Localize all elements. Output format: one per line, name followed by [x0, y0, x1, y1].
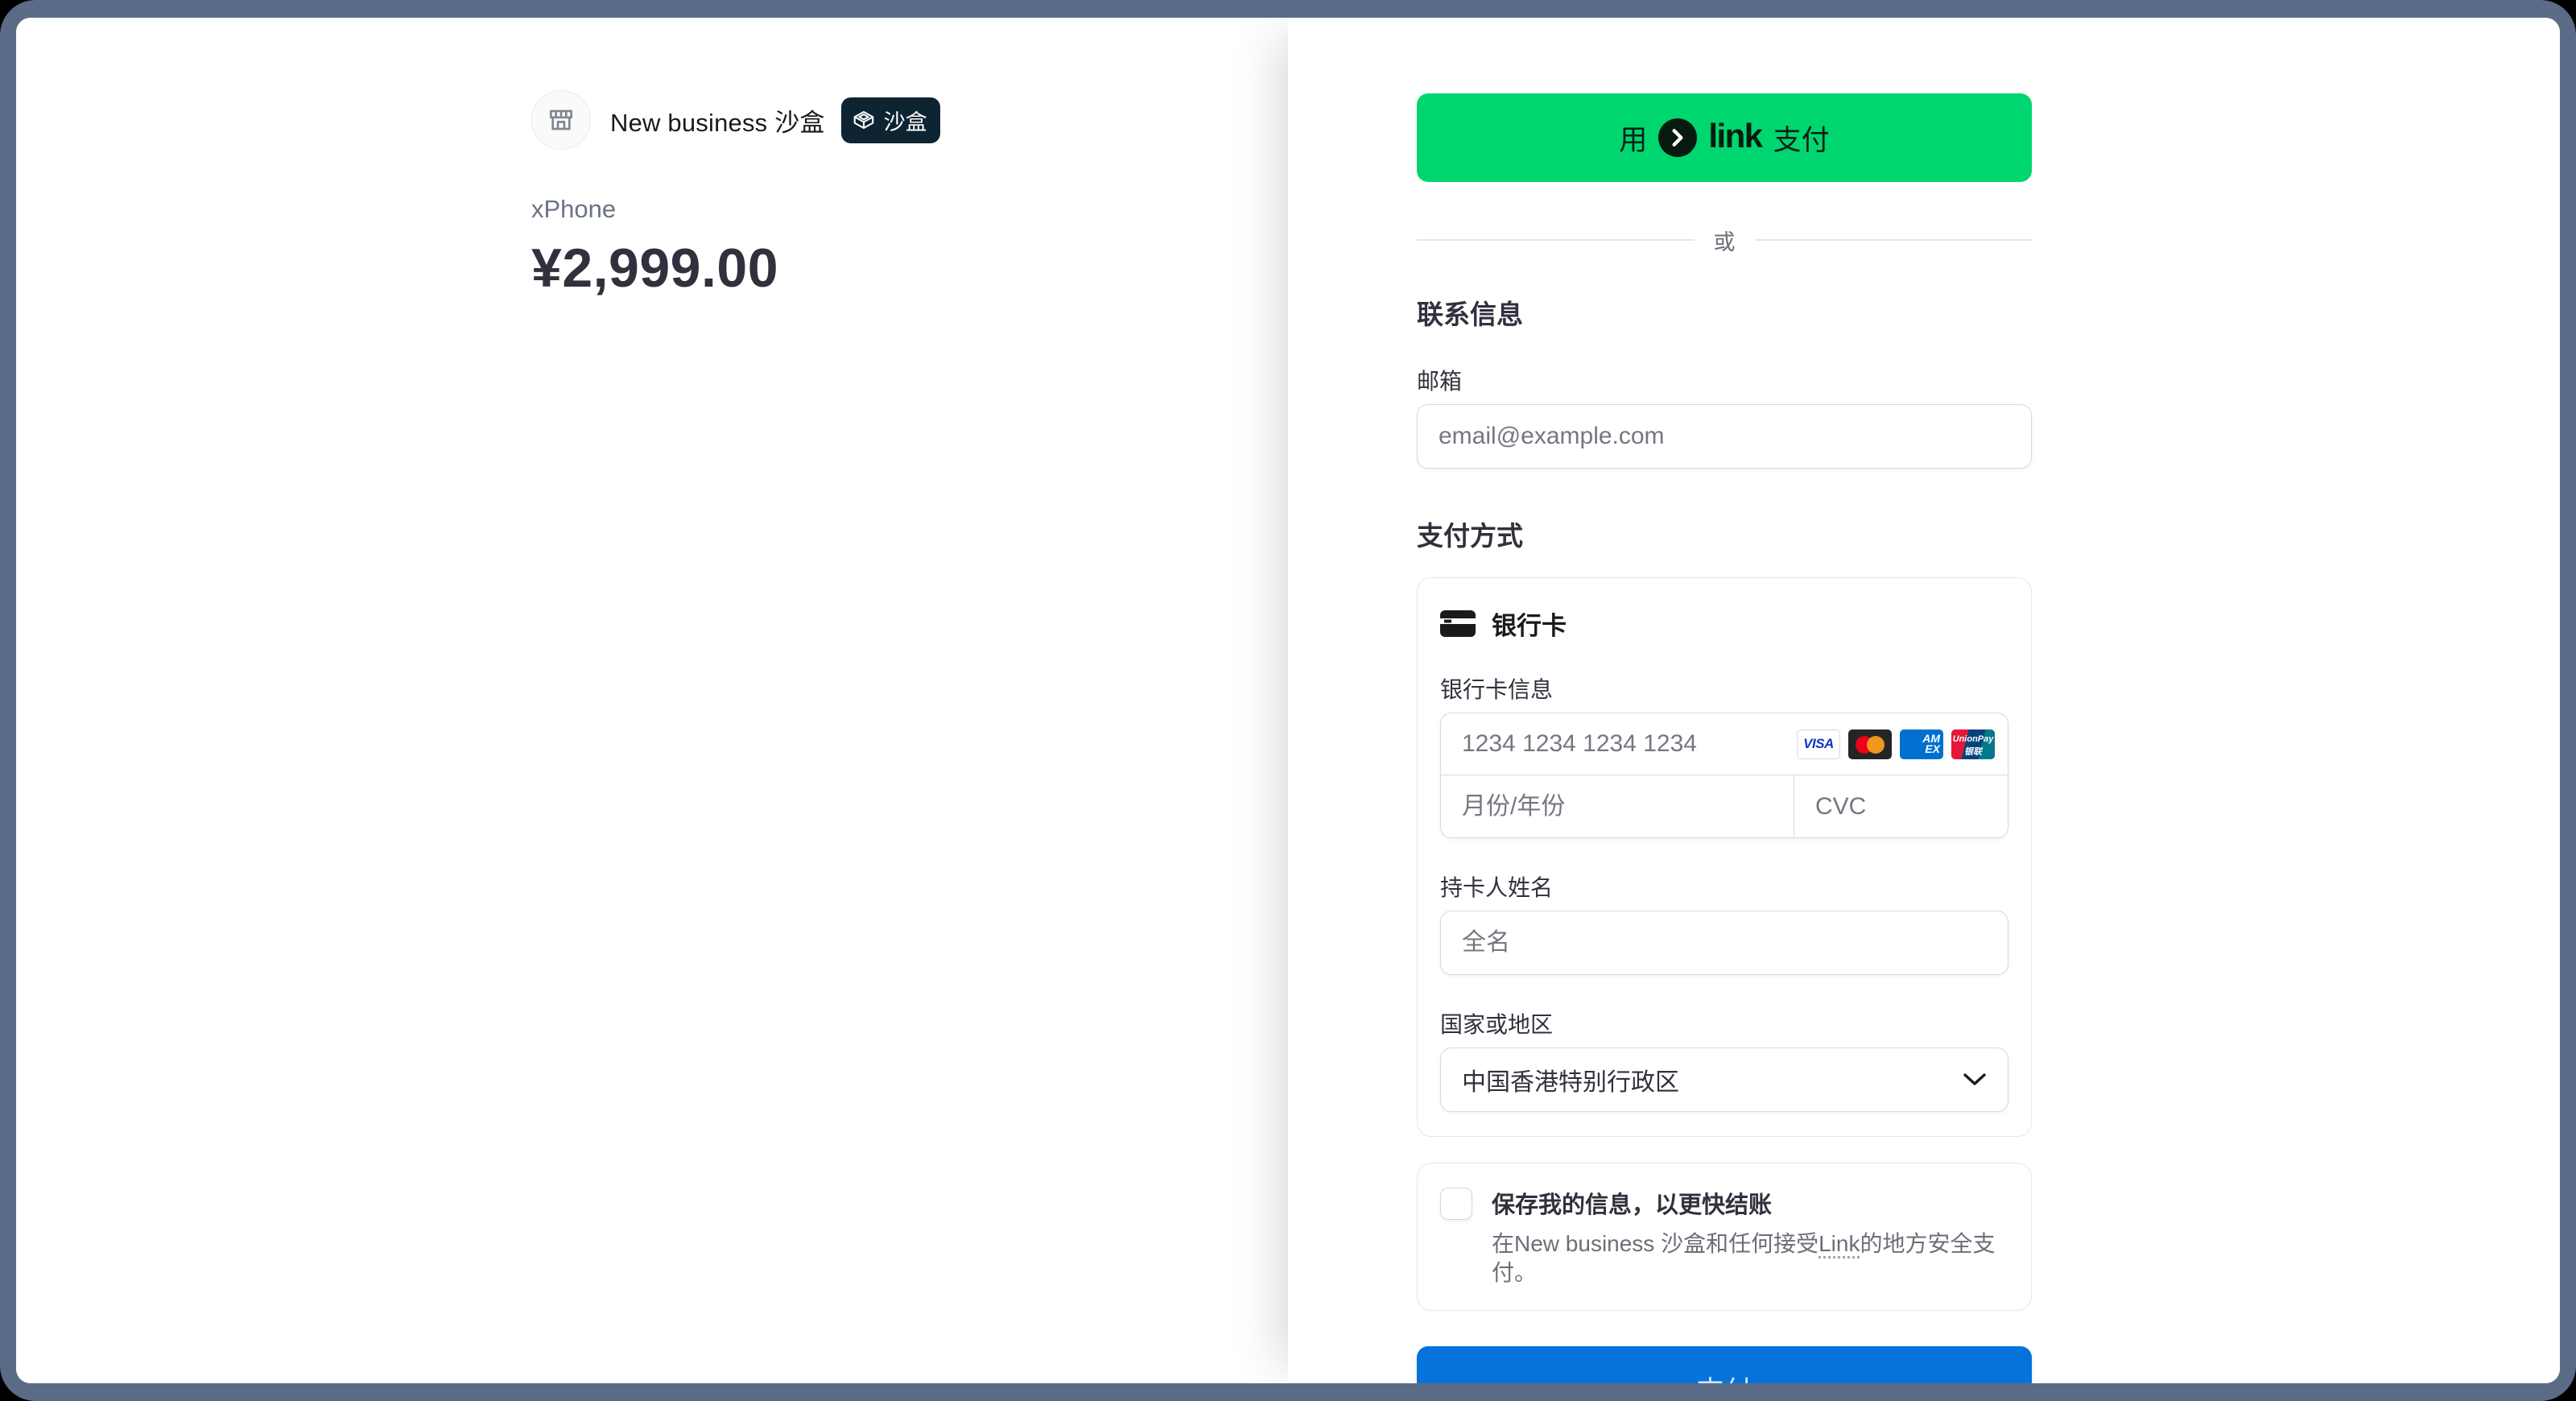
- mastercard-icon: [1848, 729, 1892, 759]
- card-number-input[interactable]: [1441, 713, 1797, 775]
- sandbox-badge-label: 沙盒: [884, 105, 927, 136]
- card-input-group: VISA AM EX: [1440, 713, 2008, 838]
- country-select-value: 中国香港特别行政区: [1462, 1062, 1679, 1097]
- save-info-title: 保存我的信息，以更快结账: [1492, 1186, 2008, 1220]
- divider-line: [1755, 239, 2033, 241]
- desktop-background: New business 沙盒 沙盒 xPhone ¥2,999.00: [0, 0, 2576, 1401]
- order-summary-pane: New business 沙盒 沙盒 xPhone ¥2,999.00: [16, 18, 1288, 1383]
- card-tab-label: 银行卡: [1492, 605, 1567, 642]
- country-label: 国家或地区: [1440, 1007, 2008, 1039]
- unionpay-icon: UnionPay 银联: [1951, 729, 1995, 759]
- product-price: ¥2,999.00: [531, 237, 1175, 300]
- pay-with-link-button[interactable]: 用 link 支付: [1417, 93, 2032, 182]
- link-term[interactable]: Link: [1818, 1231, 1860, 1258]
- link-logo-icon: [1658, 118, 1697, 157]
- merchant-name: New business 沙盒: [610, 102, 825, 138]
- sandbox-badge[interactable]: 沙盒: [841, 97, 940, 143]
- contact-heading: 联系信息: [1417, 293, 2032, 332]
- payment-pane: 用 link 支付 或 联系信息 邮箱 支付: [1288, 18, 2560, 1383]
- save-info-description: 在New business 沙盒和任何接受Link的地方安全支付。: [1492, 1229, 2008, 1287]
- cardholder-name-input[interactable]: [1440, 911, 2008, 975]
- email-input[interactable]: [1417, 404, 2032, 469]
- link-wordmark: link: [1708, 117, 1761, 155]
- card-cvc-input[interactable]: [1794, 775, 2008, 837]
- visa-icon: VISA: [1797, 729, 1840, 759]
- merchant-header: New business 沙盒 沙盒: [531, 90, 1175, 150]
- card-payment-method-box: 银行卡 银行卡信息 VISA: [1417, 577, 2032, 1137]
- link-button-suffix: 支付: [1773, 118, 1830, 159]
- save-info-checkbox[interactable]: [1440, 1188, 1472, 1220]
- amex-icon: AM EX: [1900, 729, 1943, 759]
- card-method-tab[interactable]: 银行卡: [1440, 605, 2008, 642]
- country-select[interactable]: 中国香港特别行政区: [1440, 1048, 2008, 1112]
- payment-method-heading: 支付方式: [1417, 515, 2032, 553]
- credit-card-icon: [1440, 610, 1476, 637]
- chevron-down-icon: [1963, 1072, 1987, 1087]
- sandbox-box-icon: [852, 108, 876, 132]
- merchant-logo: [531, 90, 591, 150]
- pay-button[interactable]: 支付: [1417, 1346, 2032, 1383]
- storefront-icon: [546, 105, 576, 135]
- cardholder-name-label: 持卡人姓名: [1440, 870, 2008, 903]
- checkout-window: New business 沙盒 沙盒 xPhone ¥2,999.00: [16, 18, 2560, 1383]
- card-expiry-input[interactable]: [1441, 775, 1794, 837]
- or-divider: 或: [1417, 227, 2032, 253]
- product-name: xPhone: [531, 195, 1175, 224]
- card-info-label: 银行卡信息: [1440, 672, 2008, 705]
- or-divider-text: 或: [1714, 225, 1736, 256]
- email-label: 邮箱: [1417, 364, 2032, 396]
- link-button-prefix: 用: [1619, 118, 1647, 159]
- save-info-box: 保存我的信息，以更快结账 在New business 沙盒和任何接受Link的地…: [1417, 1163, 2032, 1311]
- divider-line: [1417, 239, 1695, 241]
- card-brand-icons: VISA AM EX: [1797, 729, 2008, 759]
